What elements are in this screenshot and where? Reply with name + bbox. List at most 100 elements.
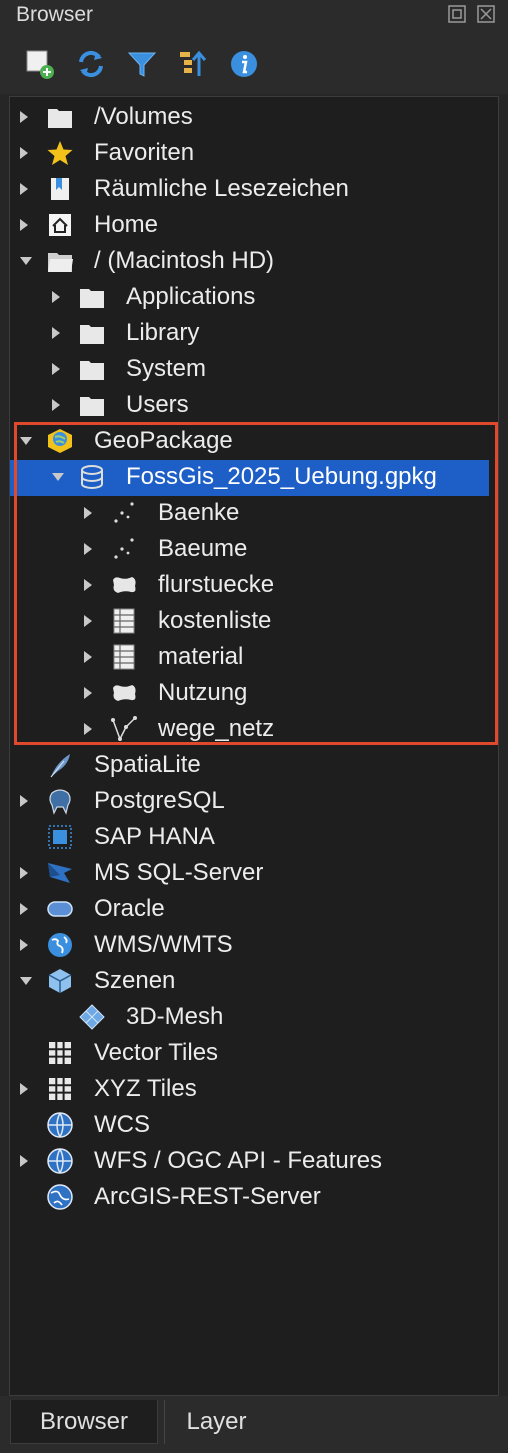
- tree-item[interactable]: Oracle: [10, 891, 498, 927]
- chevron-right-icon[interactable]: [84, 615, 92, 627]
- table-icon: [113, 608, 135, 634]
- tree-item-label: Baenke: [158, 499, 240, 526]
- float-icon[interactable]: [447, 4, 467, 24]
- chevron-right-icon[interactable]: [20, 1083, 28, 1095]
- tree-item[interactable]: SAP HANA: [10, 819, 498, 855]
- chevron-down-icon[interactable]: [20, 257, 32, 265]
- chevron-right-icon[interactable]: [84, 543, 92, 555]
- tree-item-label: Vector Tiles: [94, 1039, 219, 1066]
- tree-item[interactable]: Users: [10, 387, 498, 423]
- chevron-right-icon[interactable]: [52, 327, 60, 339]
- tree-item-label: Users: [126, 391, 189, 418]
- tree-item[interactable]: WMS/WMTS: [10, 927, 498, 963]
- tree-item-label: System: [126, 355, 207, 382]
- chevron-right-icon[interactable]: [84, 723, 92, 735]
- oracle-icon: [47, 901, 73, 917]
- tree-item[interactable]: Baeume: [10, 531, 498, 567]
- grid-icon: [49, 1078, 71, 1100]
- chevron-down-icon[interactable]: [52, 473, 64, 481]
- mesh-icon: [79, 1004, 105, 1030]
- close-icon[interactable]: [476, 4, 496, 24]
- tree-item[interactable]: Szenen: [10, 963, 498, 999]
- tree-item[interactable]: Home: [10, 207, 498, 243]
- tab-layer[interactable]: Layer: [164, 1400, 268, 1444]
- folder-icon: [80, 361, 104, 380]
- tree-item[interactable]: ArcGIS-REST-Server: [10, 1179, 498, 1215]
- home-icon: [49, 214, 71, 236]
- tree-item[interactable]: XYZ Tiles: [10, 1071, 498, 1107]
- tree-item-label: FossGis_2025_Uebung.gpkg: [126, 463, 437, 490]
- panel-title: Browser: [16, 3, 94, 26]
- tree-item-label: XYZ Tiles: [94, 1075, 197, 1102]
- tree-item-label: Library: [126, 319, 200, 346]
- chevron-right-icon[interactable]: [84, 687, 92, 699]
- chevron-right-icon[interactable]: [20, 183, 28, 195]
- arcgis-globe-icon: [47, 1184, 73, 1210]
- tree-item[interactable]: Favoriten: [10, 135, 498, 171]
- folder-open-icon: [48, 253, 73, 272]
- info-icon[interactable]: [228, 48, 260, 80]
- chevron-right-icon[interactable]: [20, 1155, 28, 1167]
- chevron-right-icon[interactable]: [20, 903, 28, 915]
- chevron-right-icon[interactable]: [20, 795, 28, 807]
- database-icon: [81, 465, 103, 489]
- tree-item-label: 3D-Mesh: [126, 1003, 224, 1030]
- tree-item[interactable]: WCS: [10, 1107, 498, 1143]
- point-layer-icon: [114, 502, 134, 523]
- chevron-right-icon[interactable]: [52, 363, 60, 375]
- chevron-right-icon[interactable]: [20, 939, 28, 951]
- chevron-right-icon[interactable]: [52, 291, 60, 303]
- tree-item-label: PostgreSQL: [94, 787, 225, 814]
- chevron-right-icon[interactable]: [84, 651, 92, 663]
- chevron-down-icon[interactable]: [20, 437, 32, 445]
- point-layer-icon: [114, 538, 134, 559]
- tree-item-label: kostenliste: [158, 607, 272, 634]
- tree-item[interactable]: kostenliste: [10, 603, 498, 639]
- star-icon: [47, 141, 73, 165]
- tree-item-label: Applications: [126, 283, 256, 310]
- chevron-right-icon[interactable]: [52, 399, 60, 411]
- tree-item[interactable]: GeoPackage: [10, 423, 498, 459]
- wcs-globe-icon: [47, 1112, 73, 1138]
- tree-item[interactable]: Nutzung: [10, 675, 498, 711]
- tree-item[interactable]: Applications: [10, 279, 498, 315]
- chevron-right-icon[interactable]: [84, 579, 92, 591]
- tree-item-label: SpatiaLite: [94, 751, 201, 778]
- chevron-right-icon[interactable]: [20, 867, 28, 879]
- tree-item[interactable]: System: [10, 351, 498, 387]
- tree-item[interactable]: Baenke: [10, 495, 498, 531]
- tree-item[interactable]: /Volumes: [10, 99, 498, 135]
- tree-item[interactable]: MS SQL-Server: [10, 855, 498, 891]
- chevron-right-icon[interactable]: [20, 111, 28, 123]
- tree-item[interactable]: Vector Tiles: [10, 1035, 498, 1071]
- collapse-all-icon[interactable]: [177, 48, 209, 80]
- tree-item[interactable]: 3D-Mesh: [10, 999, 498, 1035]
- filter-icon[interactable]: [126, 48, 158, 80]
- tree-item[interactable]: FossGis_2025_Uebung.gpkg: [10, 459, 498, 495]
- chevron-right-icon[interactable]: [20, 219, 28, 231]
- tree-item[interactable]: Library: [10, 315, 498, 351]
- tree-item-label: Szenen: [94, 967, 176, 994]
- browser-tree[interactable]: /Volumes Favoriten Räumliche Lesezeichen Ho…: [9, 96, 499, 1396]
- tab-browser[interactable]: Browser: [10, 1400, 158, 1444]
- chevron-down-icon[interactable]: [20, 977, 32, 985]
- panel-titlebar: Browser: [0, 0, 508, 30]
- tree-item[interactable]: WFS / OGC API - Features: [10, 1143, 498, 1179]
- refresh-icon[interactable]: [75, 48, 107, 80]
- tab-bar: Browser Layer: [0, 1396, 508, 1453]
- tree-item[interactable]: / (Macintosh HD): [10, 243, 498, 279]
- add-layer-icon[interactable]: [24, 48, 56, 80]
- tree-item[interactable]: material: [10, 639, 498, 675]
- cube-icon: [48, 969, 72, 993]
- grid-icon: [49, 1042, 71, 1064]
- tree-item-label: GeoPackage: [94, 427, 233, 454]
- chevron-right-icon[interactable]: [20, 147, 28, 159]
- tree-item[interactable]: flurstuecke: [10, 567, 498, 603]
- tree-item[interactable]: wege_netz: [10, 711, 498, 747]
- hana-icon: [48, 825, 72, 849]
- tree-item[interactable]: SpatiaLite: [10, 747, 498, 783]
- tree-item[interactable]: PostgreSQL: [10, 783, 498, 819]
- bookmark-icon: [51, 178, 69, 200]
- chevron-right-icon[interactable]: [84, 507, 92, 519]
- tree-item[interactable]: Räumliche Lesezeichen: [10, 171, 498, 207]
